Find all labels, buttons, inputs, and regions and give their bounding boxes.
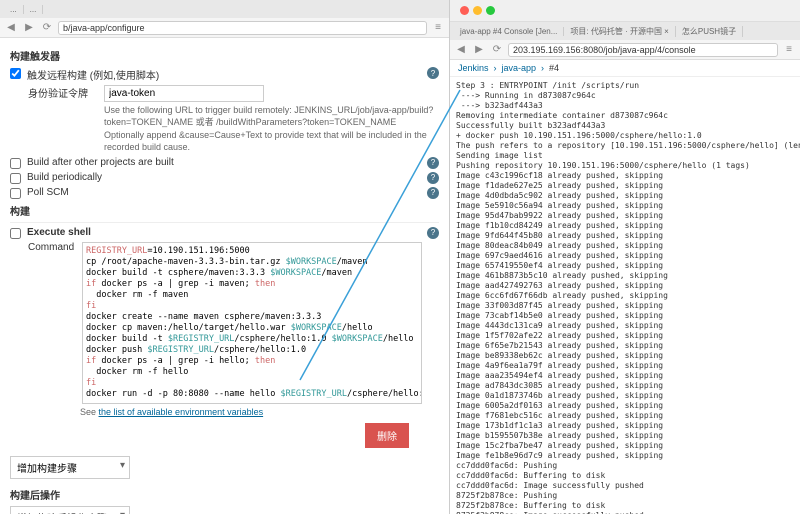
token-url-help: Use the following URL to trigger build r… — [104, 105, 439, 128]
right-window: java-app #4 Console [Jen... 项目: 代码托管 · 开… — [450, 0, 800, 514]
maximize-icon[interactable] — [486, 6, 495, 15]
delete-button[interactable]: 删除 — [365, 423, 409, 448]
build-periodically-checkbox[interactable] — [10, 173, 21, 184]
right-titlebar — [450, 0, 800, 22]
back-icon[interactable]: ◀ — [4, 21, 18, 35]
url-input[interactable]: b/java-app/configure — [58, 21, 427, 35]
help-icon[interactable]: ? — [427, 172, 439, 184]
left-address-bar: ◀ ▶ ⟳ b/java-app/configure ≡ — [0, 18, 449, 38]
token-cause-help: Optionally append &cause=Cause+Text to p… — [104, 130, 439, 153]
console-output: Step 3 : ENTRYPOINT /init /scripts/run -… — [450, 77, 800, 514]
window-controls[interactable] — [454, 6, 501, 15]
build-after-label: Build after other projects are built — [27, 157, 421, 168]
build-periodically-label: Build periodically — [27, 172, 421, 183]
reload-icon[interactable]: ⟳ — [40, 21, 54, 35]
jenkins-configure-page: 构建触发器 触发远程构建 (例如,使用脚本) ? 身份验证令牌 Use the … — [0, 38, 449, 514]
browser-tab[interactable]: ... — [4, 5, 24, 14]
section-triggers-title: 构建触发器 — [10, 48, 439, 63]
menu-icon[interactable]: ≡ — [431, 21, 445, 35]
back-icon[interactable]: ◀ — [454, 43, 468, 57]
minimize-icon[interactable] — [473, 6, 482, 15]
close-icon[interactable] — [460, 6, 469, 15]
help-icon[interactable]: ? — [427, 157, 439, 169]
trigger-remote-checkbox[interactable] — [10, 68, 21, 79]
browser-tab[interactable]: 项目: 代码托管 · 开源中国 × — [564, 26, 675, 37]
post-build-title: 构建后操作 — [10, 487, 439, 502]
crumb-build-num: #4 — [549, 63, 559, 73]
poll-scm-label: Poll SCM — [27, 187, 421, 198]
browser-tab[interactable]: java-app #4 Console [Jen... — [454, 27, 564, 36]
command-label: Command — [28, 242, 76, 253]
help-icon[interactable]: ? — [427, 187, 439, 199]
left-window: ... ... ◀ ▶ ⟳ b/java-app/configure ≡ 构建触… — [0, 0, 450, 514]
menu-icon[interactable]: ≡ — [782, 43, 796, 57]
help-icon[interactable]: ? — [427, 67, 439, 79]
crumb-jenkins[interactable]: Jenkins — [458, 63, 489, 73]
trigger-remote-label: 触发远程构建 (例如,使用脚本) — [27, 67, 421, 82]
build-after-checkbox[interactable] — [10, 158, 21, 169]
section-build-title: 构建 — [10, 203, 439, 218]
poll-scm-checkbox[interactable] — [10, 188, 21, 199]
breadcrumb: Jenkins › java-app › #4 — [450, 60, 800, 77]
browser-tab[interactable]: ... — [24, 5, 44, 14]
forward-icon[interactable]: ▶ — [22, 21, 36, 35]
env-vars-link[interactable]: the list of available environment variab… — [99, 407, 264, 417]
command-textarea[interactable]: REGISTRY_URL=10.190.151.196:5000 cp /roo… — [82, 242, 422, 405]
right-tabs-bar: java-app #4 Console [Jen... 项目: 代码托管 · 开… — [450, 22, 800, 40]
left-tabs-bar: ... ... — [0, 0, 449, 18]
reload-icon[interactable]: ⟳ — [490, 43, 504, 57]
forward-icon[interactable]: ▶ — [472, 43, 486, 57]
browser-tab[interactable]: 怎么PUSH镜子 — [676, 26, 743, 37]
auth-token-input[interactable] — [104, 85, 264, 102]
env-link-prefix: See — [80, 407, 99, 417]
execute-shell-label: Execute shell — [27, 227, 421, 238]
url-input[interactable]: 203.195.169.156:8080/job/java-app/4/cons… — [508, 43, 778, 57]
add-post-build-dropdown[interactable]: 增加构建后操作步骤 — [10, 506, 130, 514]
add-build-step-dropdown[interactable]: 增加构建步骤 — [10, 456, 130, 479]
execute-shell-checkbox[interactable] — [10, 228, 21, 239]
right-address-bar: ◀ ▶ ⟳ 203.195.169.156:8080/job/java-app/… — [450, 40, 800, 60]
crumb-job[interactable]: java-app — [502, 63, 537, 73]
auth-token-label: 身份验证令牌 — [28, 85, 98, 100]
help-icon[interactable]: ? — [427, 227, 439, 239]
